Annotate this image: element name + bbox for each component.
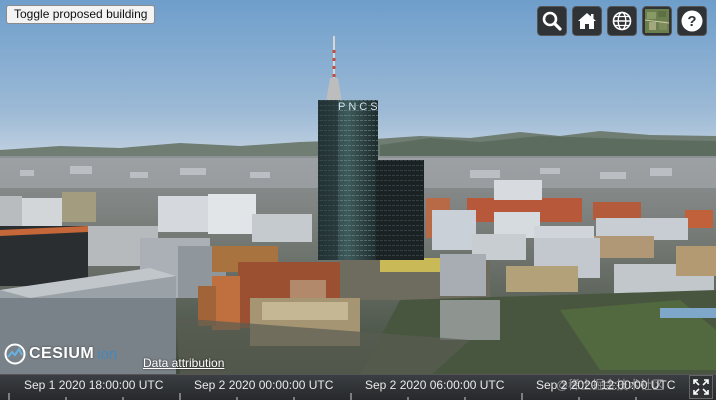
globe-icon — [612, 11, 632, 31]
cesium-ion-logo[interactable]: CESIUM ion — [4, 342, 117, 366]
search-icon — [542, 11, 562, 31]
home-icon — [578, 13, 596, 29]
cesium-logo-text: CESIUM — [29, 345, 95, 362]
timeline-tick-label: Sep 1 2020 18:00:00 UTC — [24, 378, 164, 392]
scene-mode-button[interactable] — [607, 6, 637, 36]
tower-sign: PNCS — [338, 101, 381, 113]
data-attribution-link[interactable]: Data attribution — [143, 356, 224, 370]
svg-text:?: ? — [687, 13, 696, 30]
toggle-proposed-building-button[interactable]: Toggle proposed building — [6, 5, 156, 24]
help-icon: ? — [681, 10, 703, 32]
cesium-toolbar: ? — [537, 6, 707, 36]
timeline-ticks — [8, 393, 637, 400]
timeline-tick-label: Sep 2 2020 06:00:00 UTC — [365, 378, 505, 392]
cesium-logo-icon — [4, 343, 26, 365]
geocoder-button[interactable] — [537, 6, 567, 36]
fullscreen-button[interactable] — [689, 375, 713, 399]
navigation-help-button[interactable]: ? — [677, 6, 707, 36]
fullscreen-icon — [693, 379, 709, 395]
watermark: @稀土掘金技术社区 — [556, 378, 665, 392]
home-button[interactable] — [572, 6, 602, 36]
ion-logo-text: ion — [97, 345, 118, 363]
timeline-tick-label: Sep 2 2020 00:00:00 UTC — [194, 378, 334, 392]
base-layer-picker-button[interactable] — [642, 6, 672, 36]
imagery-thumbnail-icon — [645, 9, 669, 33]
cesium-viewer[interactable]: PNCS Toggle proposed building ? CESIUM i… — [0, 0, 716, 400]
3d-city-scene[interactable]: PNCS — [0, 0, 716, 400]
